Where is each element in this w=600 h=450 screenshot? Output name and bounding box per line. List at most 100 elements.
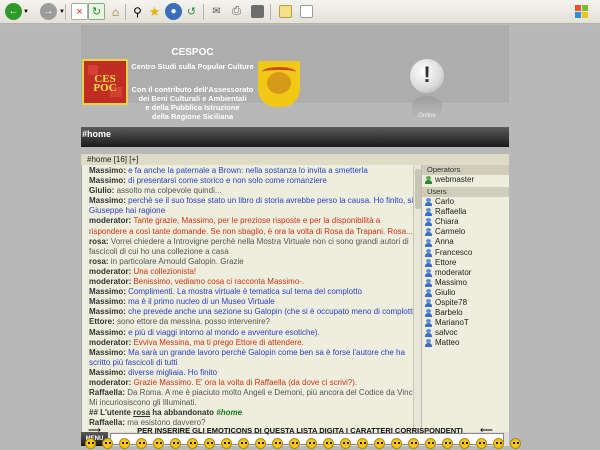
message-nick: moderator:: [89, 266, 134, 276]
user-list-item[interactable]: Giulio: [425, 288, 509, 298]
user-list-item[interactable]: Massimo: [425, 278, 509, 288]
message-nick: Raffaella:: [89, 388, 128, 398]
search-icon[interactable]: ⚲: [129, 3, 146, 20]
message-text: Grazie Massimo. E' ora la volta di Raffa…: [133, 377, 358, 387]
message-nick: rosa:: [89, 256, 111, 266]
message-text: Complimenti. La mostra virtuale è temati…: [128, 287, 362, 297]
emoticon-icon[interactable]: [119, 438, 130, 449]
user-icon: [425, 309, 432, 318]
message-nick: moderator:: [89, 337, 134, 347]
user-name: Massimo: [435, 277, 468, 287]
online-status-icon[interactable]: Online: [408, 59, 446, 119]
emoticon-icon[interactable]: [102, 438, 113, 449]
message-nick: moderator:: [89, 377, 134, 387]
user-list-item[interactable]: salvoc: [425, 328, 509, 338]
chat-page: CES POC CESPOC Centro Studi sulla Popula…: [0, 25, 600, 450]
chat-scrollbar[interactable]: [413, 165, 421, 432]
online-label: Online: [418, 113, 436, 119]
user-icon: [425, 218, 432, 227]
emoticon-icon[interactable]: [306, 438, 317, 449]
emoticon-icon[interactable]: [357, 438, 368, 449]
emoticon-icon[interactable]: [238, 438, 249, 449]
emoticon-icon[interactable]: [442, 438, 453, 449]
emoticon-icon[interactable]: [153, 438, 164, 449]
user-list-item[interactable]: Matteo: [425, 338, 509, 348]
back-icon[interactable]: ←: [5, 3, 22, 20]
emoticon-icon[interactable]: [204, 438, 215, 449]
user-icon: [425, 248, 432, 257]
emoticon-icon[interactable]: [510, 438, 521, 449]
message-nick: Massimo:: [89, 307, 129, 317]
emoticon-icon[interactable]: [289, 438, 300, 449]
user-name: moderator: [435, 267, 472, 277]
emoticon-icon[interactable]: [476, 438, 487, 449]
messenger-icon[interactable]: [300, 5, 313, 18]
chat-message: rosa: in particolare Arnould Galopin. Gr…: [89, 257, 419, 267]
mail-icon[interactable]: ✉: [208, 3, 225, 20]
emoticon-icon[interactable]: [459, 438, 470, 449]
user-icon: [425, 278, 432, 287]
user-icon: [425, 299, 432, 308]
site-description: Con il contributo dell'Assessorato dei B…: [131, 85, 254, 121]
message-nick: Massimo:: [89, 196, 129, 206]
message-nick: Ettore:: [89, 317, 117, 327]
user-name: MarianoT: [435, 318, 469, 328]
operators-header: Operators: [422, 165, 509, 175]
user-list-item[interactable]: Chiara: [425, 217, 509, 227]
emoticon-icon[interactable]: [408, 438, 419, 449]
emoticon-icon[interactable]: [170, 438, 181, 449]
refresh-icon[interactable]: ↻: [88, 3, 105, 20]
user-list-item[interactable]: Carlo: [425, 197, 509, 207]
user-list-item[interactable]: Ospite78: [425, 298, 509, 308]
message-text: perchè se il suo fosse stato un libro di…: [89, 196, 414, 216]
message-text: Da Roma. A me è piaciuto molto Angeli e …: [89, 388, 417, 408]
emoticon-icon[interactable]: [221, 438, 232, 449]
emoticon-icon[interactable]: [136, 438, 147, 449]
chat-message: rosa: Vorrei chiedere a Introvigne perch…: [89, 237, 419, 257]
user-name: Carmelo: [435, 227, 466, 237]
dropdown-icon[interactable]: ▼: [22, 3, 30, 20]
forward-icon[interactable]: →: [40, 3, 57, 20]
user-list-item[interactable]: webmaster: [425, 175, 509, 185]
emoticon-icon[interactable]: [187, 438, 198, 449]
chat-message: Massimo: e fa anche la paternale a Brown…: [89, 166, 419, 176]
emoticon-icon[interactable]: [272, 438, 283, 449]
user-list-item[interactable]: Raffaella: [425, 207, 509, 217]
message-text: che prevede anche una sezione su Galopin…: [128, 307, 415, 317]
message-text: Tante grazie, Massimo, per le preziose r…: [89, 216, 413, 236]
user-list-item[interactable]: moderator: [425, 268, 509, 278]
edit-icon[interactable]: [251, 5, 264, 18]
user-list-item[interactable]: Anna: [425, 237, 509, 247]
emoticon-icon[interactable]: [255, 438, 266, 449]
emoticon-icon[interactable]: [85, 438, 96, 449]
print-icon[interactable]: ⎙: [228, 3, 245, 20]
message-nick: moderator:: [89, 277, 134, 287]
media-icon[interactable]: ●: [165, 3, 182, 20]
emoticon-icon[interactable]: [493, 438, 504, 449]
home-icon[interactable]: ⌂: [107, 3, 124, 20]
user-list-item[interactable]: Carmelo: [425, 227, 509, 237]
user-list-item[interactable]: Barbelo: [425, 308, 509, 318]
emoticon-icon[interactable]: [425, 438, 436, 449]
channel-info[interactable]: #home [16] [+]: [81, 154, 509, 165]
emoticon-icon[interactable]: [323, 438, 334, 449]
emoticons-bar: ⟶ PER INSERIRE GLI EMOTICONS DI QUESTA L…: [0, 422, 600, 450]
cespoc-logo: CES POC: [82, 59, 128, 105]
user-icon: [425, 319, 432, 328]
tab-home[interactable]: #home: [82, 129, 111, 139]
emoticon-icon[interactable]: [391, 438, 402, 449]
user-list-item[interactable]: MarianoT: [425, 318, 509, 328]
user-list-item[interactable]: Ettore: [425, 258, 509, 268]
discuss-icon[interactable]: [279, 5, 292, 18]
stop-icon[interactable]: ×: [71, 3, 88, 20]
user-icon: [425, 329, 432, 338]
favorites-icon[interactable]: ★: [146, 3, 163, 20]
user-left-notice: ## L'utente rosa ha abbandonato #home: [89, 408, 243, 418]
emoticon-icon[interactable]: [340, 438, 351, 449]
message-nick: moderator:: [89, 216, 134, 226]
emoticon-icon[interactable]: [374, 438, 385, 449]
user-name: Ettore: [435, 257, 457, 267]
user-list-item[interactable]: Francesco: [425, 248, 509, 258]
message-text: di presentarsi come storico e non solo c…: [128, 176, 327, 186]
history-icon[interactable]: ↺: [183, 3, 200, 20]
